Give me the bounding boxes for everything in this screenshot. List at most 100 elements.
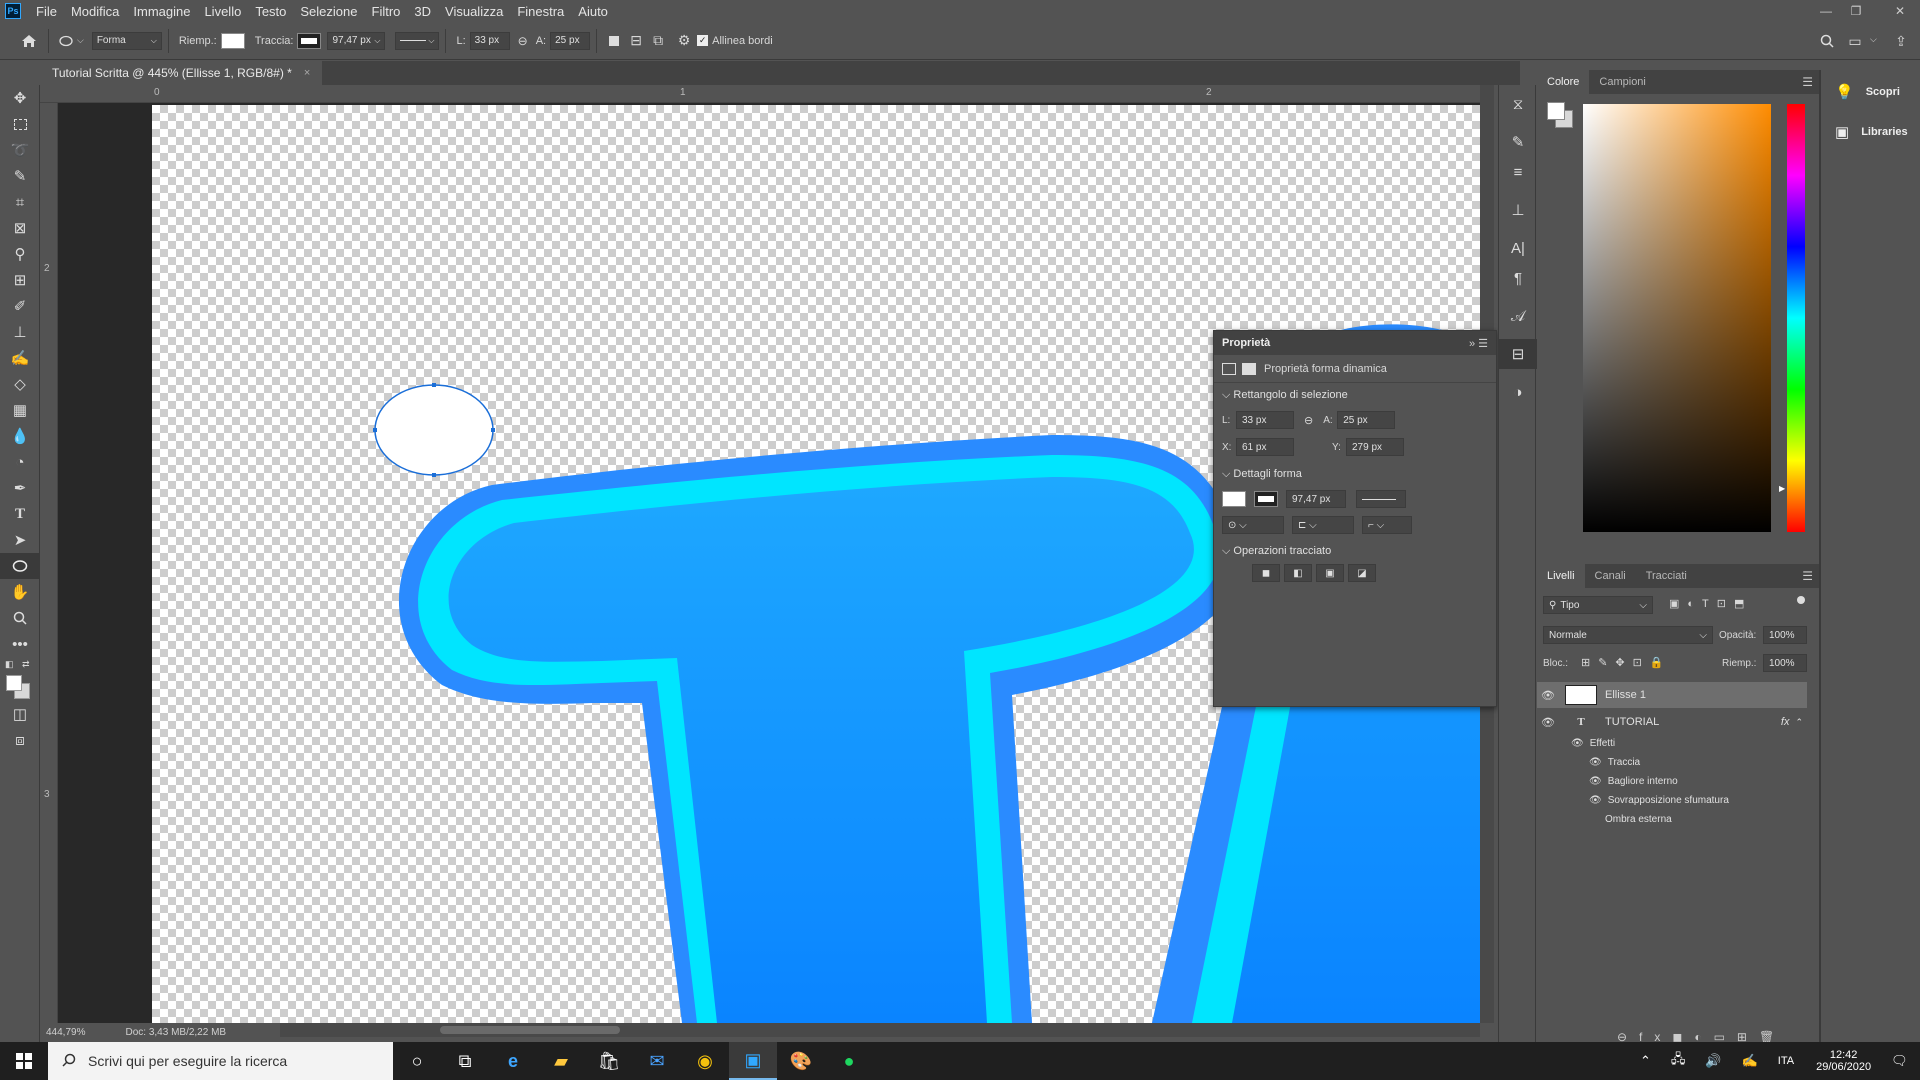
eraser-icon[interactable]: ◇	[0, 371, 40, 397]
edge-icon[interactable]: e	[489, 1042, 537, 1080]
search-icon[interactable]	[1816, 30, 1838, 52]
menu-testo[interactable]: Testo	[248, 4, 293, 19]
fill-swatch[interactable]	[220, 32, 245, 49]
bbox-height-input[interactable]: 25 px	[1337, 411, 1396, 429]
more-tools-icon[interactable]: •••	[0, 631, 40, 657]
tab-campioni[interactable]: Campioni	[1589, 70, 1655, 94]
menu-selezione[interactable]: Selezione	[293, 4, 364, 19]
section-bbox[interactable]: ⌵ Rettangolo di selezione	[1214, 383, 1496, 408]
layer-filter-icons[interactable]: ▣◐T⊡⬒	[1669, 597, 1752, 610]
minimize-button[interactable]: —	[1812, 0, 1840, 22]
chevron-up-icon[interactable]: ⌃	[1795, 717, 1803, 728]
effect-row[interactable]: 👁 Bagliore interno	[1537, 772, 1807, 791]
lock-icons[interactable]: ⊞✎✥⊡🔒	[1581, 656, 1672, 669]
gradient-tool-icon[interactable]: ▦	[0, 397, 40, 423]
menu-immagine[interactable]: Immagine	[126, 4, 197, 19]
color-swatches[interactable]: ◧ ⇄	[0, 657, 39, 701]
effect-row[interactable]: 👁 Sovrapposizione sfumatura	[1537, 791, 1807, 810]
effect-row[interactable]: 👁 Traccia	[1537, 753, 1807, 772]
foreground-color[interactable]	[6, 675, 22, 691]
properties-menu-icon[interactable]: » ☰	[1469, 337, 1488, 350]
mask-properties-icon[interactable]	[1242, 362, 1256, 375]
file-explorer-icon[interactable]: ▰	[537, 1042, 585, 1080]
align-edges-checkbox[interactable]: ✓	[697, 35, 709, 46]
crop-tool-icon[interactable]: ⌗	[0, 189, 40, 215]
screen-mode-icon[interactable]: ⧈	[0, 727, 40, 753]
color-field[interactable]	[1583, 104, 1771, 532]
history-brush-icon[interactable]: ✍	[0, 345, 40, 371]
document-tab[interactable]: Tutorial Scritta @ 445% (Ellisse 1, RGB/…	[40, 61, 323, 85]
hand-tool-icon[interactable]: ✋	[0, 579, 40, 605]
hue-marker-icon[interactable]: ▶	[1779, 484, 1785, 493]
subtract-shape-icon[interactable]: ◧	[1284, 564, 1312, 582]
adjustments-panel-icon[interactable]: ◑	[1499, 377, 1537, 407]
fx-icon[interactable]: fx	[1781, 716, 1790, 728]
shape-stroke-width-input[interactable]: 97,47 px	[1286, 490, 1346, 508]
chevron-up-icon[interactable]: ⌃	[1640, 1053, 1651, 1069]
tab-colore[interactable]: Colore	[1537, 70, 1590, 94]
path-arrangement-icon[interactable]: ⧉	[647, 30, 669, 52]
visibility-eye-icon[interactable]: 👁	[1537, 689, 1559, 702]
layer-row-tutorial[interactable]: 👁 T TUTORIAL fx ⌃	[1537, 709, 1807, 735]
blend-mode-select[interactable]: Normale ⌵	[1543, 626, 1713, 644]
path-operations-icon[interactable]	[603, 30, 625, 52]
close-tab-icon[interactable]: ×	[304, 67, 310, 79]
bbox-width-input[interactable]: 33 px	[1236, 411, 1294, 429]
dodge-tool-icon[interactable]: ◔	[0, 449, 40, 475]
close-window-button[interactable]: ✕	[1886, 0, 1914, 22]
clock[interactable]: 12:42 29/06/2020	[1816, 1049, 1871, 1073]
path-selection-icon[interactable]: ➤	[0, 527, 40, 553]
spotify-icon[interactable]: ●	[825, 1042, 873, 1080]
layer-row-ellisse[interactable]: 👁 Ellisse 1	[1537, 682, 1807, 708]
visibility-eye-icon[interactable]: 👁	[1571, 738, 1584, 749]
quick-mask-icon[interactable]: ◫	[0, 701, 40, 727]
tab-livelli[interactable]: Livelli	[1537, 564, 1585, 588]
marquee-tool-icon[interactable]	[0, 111, 40, 137]
section-path-ops[interactable]: ⌵ Operazioni tracciato	[1214, 539, 1496, 564]
notifications-icon[interactable]: 🗨	[1891, 1053, 1908, 1069]
fill-input[interactable]: 100%	[1763, 654, 1807, 672]
menu-finestra[interactable]: Finestra	[510, 4, 571, 19]
eyedropper-icon[interactable]: ⚲	[0, 241, 40, 267]
effect-row[interactable]: Ombra esterna	[1537, 810, 1807, 829]
link-icon[interactable]: ⊖	[1304, 414, 1313, 427]
combine-shapes-icon[interactable]: ◼	[1252, 564, 1280, 582]
tool-mode-select[interactable]: Forma ⌵	[91, 31, 162, 50]
brush-settings-icon[interactable]: ✎	[1499, 127, 1537, 157]
menu-filtro[interactable]: Filtro	[365, 4, 408, 19]
brush-tool-icon[interactable]: ✐	[0, 293, 40, 319]
clone-source-icon[interactable]: ⊥	[1499, 195, 1537, 225]
stroke-align-select[interactable]: ⊙ ⌵	[1222, 516, 1284, 534]
menu-modifica[interactable]: Modifica	[64, 4, 126, 19]
hue-slider[interactable]	[1787, 104, 1805, 532]
ellipse-tool-icon[interactable]	[0, 553, 40, 579]
type-tool-icon[interactable]: T	[0, 501, 40, 527]
clone-stamp-icon[interactable]: ⊥	[0, 319, 40, 345]
filter-toggle-icon[interactable]	[1797, 596, 1805, 604]
mail-icon[interactable]: ✉	[633, 1042, 681, 1080]
path-alignment-icon[interactable]: ⊟	[625, 30, 647, 52]
section-shape[interactable]: ⌵ Dettagli forma	[1214, 462, 1496, 487]
cortana-icon[interactable]: ○	[393, 1042, 441, 1080]
paragraph-panel-icon[interactable]: ¶	[1499, 263, 1537, 293]
stroke-caps-select[interactable]: ⊏ ⌵	[1292, 516, 1354, 534]
restore-button[interactable]: ❐	[1842, 0, 1870, 22]
chevron-down-icon[interactable]: ⌵	[1870, 34, 1877, 45]
intersect-shape-icon[interactable]: ▣	[1316, 564, 1344, 582]
exclude-shape-icon[interactable]: ◪	[1348, 564, 1376, 582]
character-panel-icon[interactable]: A|	[1499, 233, 1537, 263]
shape-properties-icon[interactable]	[1222, 362, 1236, 375]
shape-fill-swatch[interactable]	[1222, 491, 1246, 507]
menu-aiuto[interactable]: Aiuto	[571, 4, 615, 19]
taskbar-search-box[interactable]: Scrivi qui per eseguire la ricerca	[48, 1042, 393, 1080]
scrollbar-thumb[interactable]	[440, 1026, 620, 1034]
effects-row[interactable]: 👁 Effetti	[1537, 733, 1807, 753]
stroke-type-select[interactable]: ⌵	[395, 31, 440, 50]
bbox-x-input[interactable]: 61 px	[1236, 438, 1294, 456]
paint-icon[interactable]: 🎨	[777, 1042, 825, 1080]
menu-3d[interactable]: 3D	[407, 4, 438, 19]
language-indicator[interactable]: ITA	[1778, 1055, 1794, 1067]
default-colors-icon[interactable]: ◧	[5, 659, 14, 670]
history-panel-icon[interactable]: ⧖	[1499, 89, 1537, 119]
adjustments-icon[interactable]: ≡	[1499, 157, 1537, 187]
